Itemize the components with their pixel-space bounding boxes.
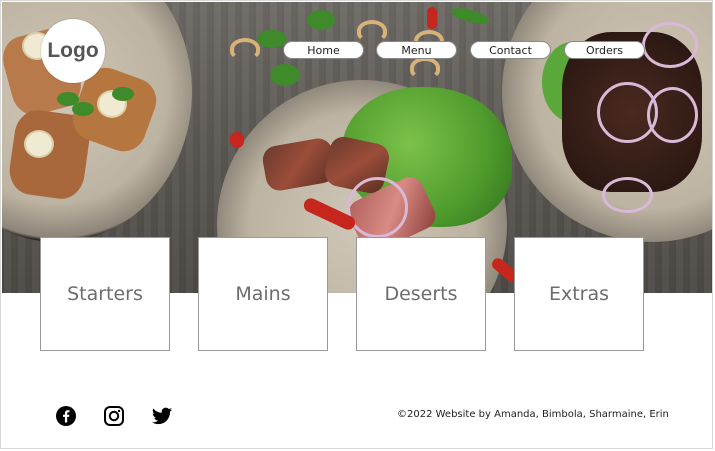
category-card-deserts[interactable]: Deserts [356,237,486,351]
category-label: Starters [67,283,143,305]
instagram-icon[interactable] [103,405,125,427]
nav-home-button[interactable]: Home [283,41,364,59]
category-card-mains[interactable]: Mains [198,237,328,351]
logo[interactable]: Logo [41,19,105,83]
category-card-extras[interactable]: Extras [514,237,644,351]
category-label: Extras [548,283,610,305]
category-label: Deserts [384,283,458,305]
nav-orders-button[interactable]: Orders [564,41,645,59]
page: Logo Home Menu Contact Orders Starters M… [0,0,713,449]
copyright-text: ©2022 Website by Amanda, Bimbola, Sharma… [397,409,669,420]
twitter-icon[interactable] [151,405,173,427]
facebook-icon[interactable] [55,405,77,427]
category-card-starters[interactable]: Starters [40,237,170,351]
nav-contact-button[interactable]: Contact [470,41,551,59]
nav-menu-button[interactable]: Menu [376,41,457,59]
category-label: Mains [235,283,291,305]
